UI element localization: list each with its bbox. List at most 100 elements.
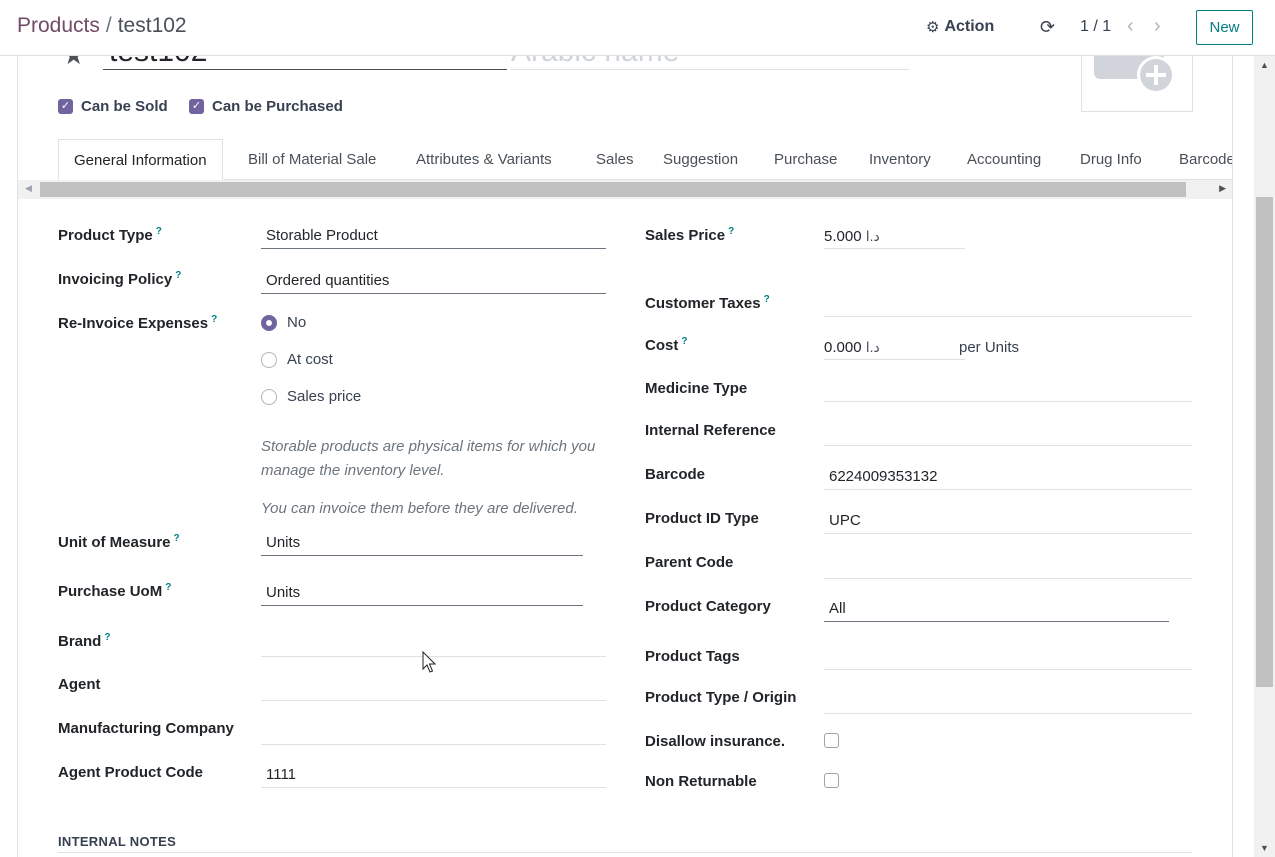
disallow-insurance-checkbox[interactable] [824,733,839,748]
barcode-label: Barcode [645,466,706,483]
tab-attributes-variants[interactable]: Attributes & Variants [416,139,552,180]
agent-product-code-label: Agent Product Code [58,764,203,781]
tab-general-information[interactable]: General Information [58,139,223,180]
internal-reference-input[interactable] [824,422,1192,446]
mouse-pointer-icon [422,651,437,673]
brand-label: Brand? [58,632,110,650]
scroll-left-arrow-icon[interactable]: ◀ [25,183,32,194]
cost-label: Cost? [645,336,687,354]
reinvoice-expenses-label-text: Re-Invoice Expenses [58,315,209,332]
breadcrumb: Products / test102 [17,14,187,38]
product-tags-label: Product Tags [645,648,740,665]
agent-product-code-input[interactable]: 1111 [261,764,606,788]
gear-icon: ⚙ [926,19,940,36]
favorite-star-icon[interactable]: ★ [62,56,85,71]
can-be-sold-checkbox[interactable]: ✓ Can be Sold [58,98,168,115]
cost-label-text: Cost [645,337,679,354]
checkbox-checked-icon: ✓ [189,99,204,114]
can-be-purchased-label: Can be Purchased [212,98,343,115]
radio-label: At cost [287,351,333,368]
reinvoice-radio-no[interactable]: No [261,314,306,331]
manufacturing-company-input[interactable] [261,721,606,745]
help-tooltip-icon[interactable]: ? [165,582,171,593]
can-be-purchased-checkbox[interactable]: ✓ Can be Purchased [189,98,343,115]
help-tooltip-icon[interactable]: ? [175,270,181,281]
scroll-up-arrow-icon[interactable]: ▲ [1260,60,1269,70]
arabic-name-input[interactable]: Arabic name [511,56,909,70]
help-tooltip-icon[interactable]: ? [174,533,180,544]
product-type-select[interactable]: Storable Product [261,225,606,249]
help-tooltip-icon[interactable]: ? [764,294,770,305]
cost-input[interactable]: د.ا 0.000 [824,336,965,360]
purchase-uom-input[interactable]: Units [261,582,583,606]
product-category-label: Product Category [645,598,771,615]
tab-sales[interactable]: Sales [596,139,634,180]
barcode-input[interactable]: 6224009353132 [824,466,1192,490]
product-type-origin-input[interactable] [824,690,1192,714]
tab-drug-info[interactable]: Drug Info [1080,139,1142,180]
tab-inventory[interactable]: Inventory [869,139,931,180]
purchase-uom-label: Purchase UoM? [58,582,171,600]
help-tooltip-icon[interactable]: ? [681,336,687,347]
help-tooltip-icon[interactable]: ? [728,226,734,237]
invoice-help-text: You can invoice them before they are del… [261,500,578,517]
agent-input[interactable] [261,677,606,701]
tabs-horizontal-scrollbar[interactable]: ◀ ▶ [18,180,1232,199]
breadcrumb-separator: / [105,14,112,37]
customer-taxes-input[interactable] [824,293,1192,317]
refresh-icon[interactable]: ⟳ [1040,17,1055,38]
scroll-down-arrow-icon[interactable]: ▼ [1260,843,1269,853]
sales-price-value: 5.000 [824,228,862,245]
tab-purchase[interactable]: Purchase [774,139,837,180]
parent-code-input[interactable] [824,555,1192,579]
cost-value: 0.000 [824,339,862,356]
cost-unit-suffix: per Units [959,339,1020,356]
tab-suggestion[interactable]: Suggestion [663,139,738,180]
product-id-type-select[interactable]: UPC [824,510,1192,534]
purchase-uom-label-text: Purchase UoM [58,583,163,600]
product-category-input[interactable]: All [824,598,1169,622]
radio-empty-icon [261,388,277,405]
tab-bill-of-material-sale[interactable]: Bill of Material Sale [248,139,376,180]
pager-previous-icon[interactable]: ‹ [1127,15,1134,38]
scrollbar-thumb[interactable] [40,182,1186,197]
help-tooltip-icon[interactable]: ? [104,632,110,643]
sales-price-input[interactable]: د.ا 5.000 [824,225,965,249]
agent-label: Agent [58,676,101,693]
help-tooltip-icon[interactable]: ? [156,226,162,237]
invoicing-policy-label-text: Invoicing Policy [58,271,173,288]
product-image-upload[interactable] [1081,56,1193,112]
help-tooltip-icon[interactable]: ? [211,314,217,325]
invoicing-policy-select[interactable]: Ordered quantities [261,270,606,294]
tab-barcode[interactable]: Barcode [1179,139,1232,180]
pager-next-icon[interactable]: › [1154,15,1161,38]
tab-accounting[interactable]: Accounting [967,139,1041,180]
page-vertical-scrollbar[interactable]: ▲ ▼ [1254,56,1275,857]
action-label: Action [944,18,995,35]
product-name-input[interactable]: test102 [103,56,507,70]
sales-price-label-text: Sales Price [645,227,726,244]
internal-reference-label: Internal Reference [645,422,776,439]
pager-value[interactable]: 1 / 1 [1080,18,1111,36]
reinvoice-radio-at-cost[interactable]: At cost [261,351,333,368]
unit-of-measure-input[interactable]: Units [261,532,583,556]
scroll-right-arrow-icon[interactable]: ▶ [1219,183,1226,194]
control-panel: Products / test102 ⚙ Action ⟳ 1 / 1 ‹ › Ne… [0,0,1275,56]
invoicing-policy-label: Invoicing Policy? [58,270,181,288]
product-tags-input[interactable] [824,646,1192,670]
medicine-type-label: Medicine Type [645,380,748,397]
scrollbar-thumb[interactable] [1256,197,1273,687]
breadcrumb-products-link[interactable]: Products [17,14,100,37]
radio-label: Sales price [287,388,362,405]
new-button[interactable]: New [1196,10,1253,45]
non-returnable-checkbox[interactable] [824,773,839,788]
brand-label-text: Brand [58,633,102,650]
can-be-sold-label: Can be Sold [81,98,168,115]
camera-plus-icon [1094,56,1175,93]
reinvoice-radio-sales-price[interactable]: Sales price [261,388,361,405]
sales-price-label: Sales Price? [645,226,734,244]
medicine-type-input[interactable] [824,378,1192,402]
product-type-help-text: Storable products are physical items for… [261,438,596,479]
product-id-type-label: Product ID Type [645,510,759,527]
action-menu-button[interactable]: ⚙ Action [926,18,994,36]
